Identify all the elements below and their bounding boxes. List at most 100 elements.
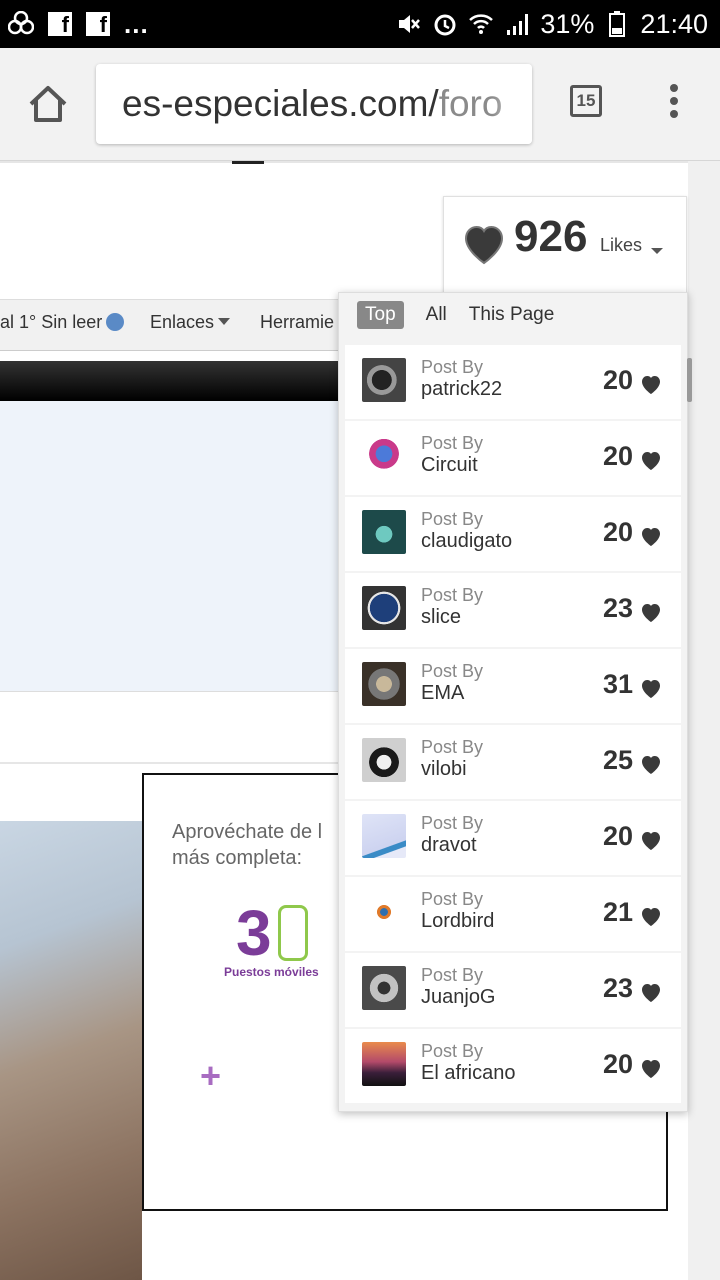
username[interactable]: slice	[421, 606, 461, 629]
like-count: 23	[602, 973, 633, 1003]
post-by-label: Post By	[421, 357, 484, 377]
browser-toolbar: es-especiales.com/foro 15	[0, 48, 720, 161]
like-count: 20	[602, 441, 633, 471]
home-icon	[29, 86, 67, 122]
page-gutter	[688, 161, 720, 1280]
content-panel	[0, 401, 340, 692]
battery-percent: 31%	[540, 8, 595, 39]
likes-entry[interactable]: Post By patrick22 20	[345, 345, 681, 419]
post-by-label: Post By	[421, 509, 484, 529]
avatar	[362, 966, 406, 1010]
likes-entry[interactable]: Post By vilobi 25	[345, 725, 681, 799]
username[interactable]: claudigato	[421, 530, 512, 553]
username[interactable]: Lordbird	[421, 910, 494, 933]
likes-entry[interactable]: Post By dravot 20	[345, 801, 681, 875]
dropdown-caret-icon	[218, 318, 231, 325]
flower-notification-icon	[8, 11, 34, 37]
like-count: 23	[602, 593, 633, 623]
alarm-icon	[432, 11, 458, 37]
nav-unread-link[interactable]: al 1° Sin leer	[0, 312, 125, 333]
nav-tools-menu[interactable]: Herramie	[260, 312, 334, 333]
nav-underline	[232, 161, 264, 164]
like-count: 20	[602, 821, 633, 851]
avatar	[362, 510, 406, 554]
tab-this-page[interactable]: This Page	[469, 304, 555, 326]
like-count: 25	[602, 745, 633, 775]
likes-entry[interactable]: Post By Lordbird 21	[345, 877, 681, 951]
tab-top[interactable]: Top	[357, 301, 404, 329]
likes-label: Likes	[600, 235, 643, 255]
like-count: 31	[602, 669, 633, 699]
heart-icon	[642, 452, 660, 470]
post-by-label: Post By	[421, 889, 484, 909]
likes-entry[interactable]: Post By El africano 20	[345, 1029, 681, 1103]
username[interactable]: dravot	[421, 834, 477, 857]
heart-icon	[642, 528, 660, 546]
forum-navbar: al 1° Sin leer Enlaces Herramie	[0, 299, 340, 351]
info-icon	[106, 313, 125, 331]
overflow-menu-button[interactable]	[664, 84, 684, 124]
like-count: 21	[602, 897, 633, 927]
phone-icon	[278, 905, 308, 961]
heart-icon	[642, 1060, 660, 1078]
avatar	[362, 814, 406, 858]
heart-icon	[642, 756, 660, 774]
divider	[0, 762, 340, 764]
heart-icon	[642, 604, 660, 622]
more-notifications-indicator: ...	[124, 8, 149, 39]
home-button[interactable]	[26, 82, 70, 126]
post-by-label: Post By	[421, 433, 484, 453]
like-count: 20	[602, 365, 633, 395]
avatar	[362, 1042, 406, 1086]
background-photo	[0, 821, 142, 1280]
forum-header-bar	[0, 361, 340, 401]
post-by-label: Post By	[421, 661, 484, 681]
username[interactable]: EMA	[421, 682, 464, 705]
likes-entry[interactable]: Post By claudigato 20	[345, 497, 681, 571]
chevron-down-icon[interactable]	[651, 248, 663, 254]
avatar	[362, 586, 406, 630]
facebook-notification-icon: f	[48, 12, 72, 36]
avatar	[362, 662, 406, 706]
avatar	[362, 890, 406, 934]
likes-total: 926	[514, 212, 588, 261]
post-by-label: Post By	[421, 813, 484, 833]
tab-switcher-button[interactable]: 15	[570, 85, 602, 117]
battery-icon	[604, 11, 630, 37]
avatar	[362, 434, 406, 478]
mute-icon	[396, 11, 422, 37]
signal-icon	[504, 11, 530, 37]
ad-subtitle: Puestos móviles	[224, 965, 319, 979]
likes-entry[interactable]: Post By slice 23	[345, 573, 681, 647]
likes-entry[interactable]: Post By JuanjoG 23	[345, 953, 681, 1027]
like-count: 20	[602, 1049, 633, 1079]
wifi-icon	[468, 11, 494, 37]
heart-icon	[642, 832, 660, 850]
likes-entry[interactable]: Post By EMA 31	[345, 649, 681, 723]
like-count: 20	[602, 517, 633, 547]
likes-entry[interactable]: Post By Circuit 20	[345, 421, 681, 495]
post-by-label: Post By	[421, 965, 484, 985]
avatar	[362, 358, 406, 402]
likes-tabs: Top All This Page	[357, 301, 576, 329]
scrollbar-thumb[interactable]	[687, 358, 692, 402]
likes-widget[interactable]: 926 Likes	[443, 196, 687, 298]
status-bar: f f ... 31% 21:40	[0, 0, 720, 48]
username[interactable]: El africano	[421, 1062, 516, 1085]
avatar	[362, 738, 406, 782]
username[interactable]: JuanjoG	[421, 986, 496, 1009]
username[interactable]: vilobi	[421, 758, 467, 781]
post-by-label: Post By	[421, 1041, 484, 1061]
address-bar[interactable]: es-especiales.com/foro	[96, 64, 532, 144]
heart-icon	[642, 680, 660, 698]
ad-text: Aprovéchate de l más completa:	[172, 821, 323, 869]
username[interactable]: patrick22	[421, 378, 502, 401]
heart-icon	[464, 225, 504, 265]
url-domain: es-especiales.com/	[122, 83, 439, 124]
username[interactable]: Circuit	[421, 454, 478, 477]
ad-number: 3	[236, 897, 272, 969]
nav-links-menu[interactable]: Enlaces	[150, 312, 231, 333]
heart-icon	[642, 376, 660, 394]
tab-all[interactable]: All	[426, 304, 447, 326]
facebook-notification-icon: f	[86, 12, 110, 36]
